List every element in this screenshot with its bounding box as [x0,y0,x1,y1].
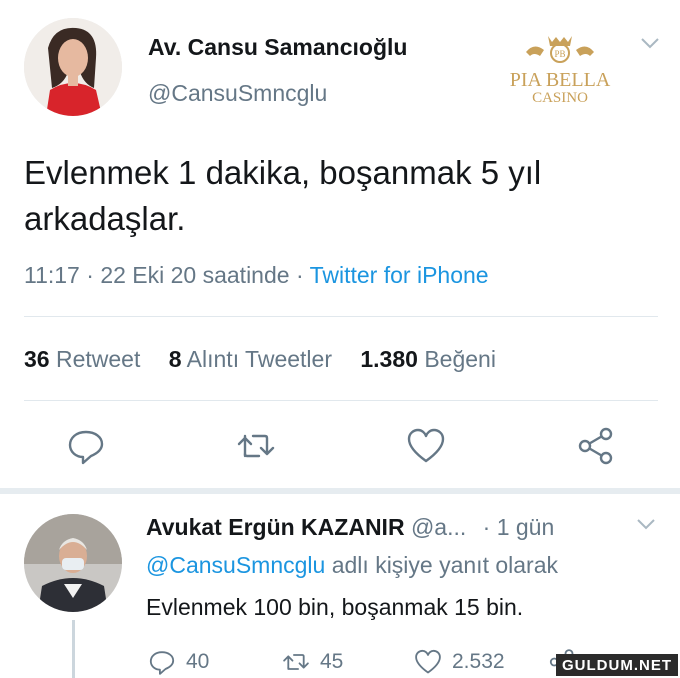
retweet-stat[interactable]: 36 Retweet [24,346,140,372]
divider [24,316,658,317]
reply-time: · 1 gün [482,514,555,540]
author-handle[interactable]: @CansuSmncglu [148,80,327,107]
reply-like-button[interactable]: 2.532 [414,648,505,676]
divider [24,400,658,401]
reply-reply-button[interactable]: 40 [148,648,209,676]
quote-stat[interactable]: 8 Alıntı Tweetler [169,346,332,372]
reply-context-text: adlı kişiye yanıt olarak [331,552,558,578]
meta-separator: · [295,262,304,288]
reply-reply-count: 40 [186,650,210,673]
author-name[interactable]: Av. Cansu Samancıoğlu [148,34,407,61]
tweet-date[interactable]: 22 Eki 20 saatinde [100,262,289,288]
reply-author-name: Avukat Ergün KAZANIR [146,514,405,540]
tweet-meta: 11:17 · 22 Eki 20 saatinde · Twitter for… [24,262,489,289]
site-watermark: GULDUM.NET [556,654,678,676]
brand-logo: PB PIA BELLA CASINO [494,34,626,106]
tweet-time: 11:17 [24,262,80,288]
reply-icon [149,651,175,675]
reply-author-avatar[interactable] [24,514,122,612]
retweet-icon [283,654,309,670]
logo-bottom-text: CASINO [532,90,588,106]
author-avatar[interactable] [24,18,122,116]
logo-badge: PB [554,49,565,59]
reply-retweet-button[interactable]: 45 [282,648,343,676]
logo-top-text: PIA BELLA [510,69,611,91]
thread-line [72,620,75,678]
reply-mention-link[interactable]: @CansuSmncglu [146,552,325,578]
reply-author[interactable]: Avukat Ergün KAZANIR @a... · 1 gün [146,514,554,541]
tweet-source[interactable]: Twitter for iPhone [310,262,489,288]
reply-text: Evlenmek 100 bin, boşanmak 15 bin. [146,594,524,620]
reply-context: @CansuSmncglu adlı kişiye yanıt olarak [146,552,558,579]
section-separator [0,488,680,494]
retweet-icon[interactable] [236,426,276,466]
share-icon[interactable] [576,426,616,466]
chevron-down-icon[interactable] [636,517,656,531]
meta-separator: · [86,262,94,288]
reply-icon[interactable] [66,426,106,466]
chevron-down-icon[interactable] [640,36,660,50]
tweet-stats: 36 Retweet 8 Alıntı Tweetler 1.380 Beğen… [24,346,518,373]
reply-like-count: 2.532 [452,650,505,673]
reply-author-handle: @a... [410,514,467,540]
reply-retweet-count: 45 [320,650,344,673]
tweet-text: Evlenmek 1 dakika, boşanmak 5 yıl arkada… [24,154,542,237]
like-stat[interactable]: 1.380 Beğeni [360,346,496,372]
like-icon[interactable] [406,426,446,466]
like-icon [415,649,441,674]
